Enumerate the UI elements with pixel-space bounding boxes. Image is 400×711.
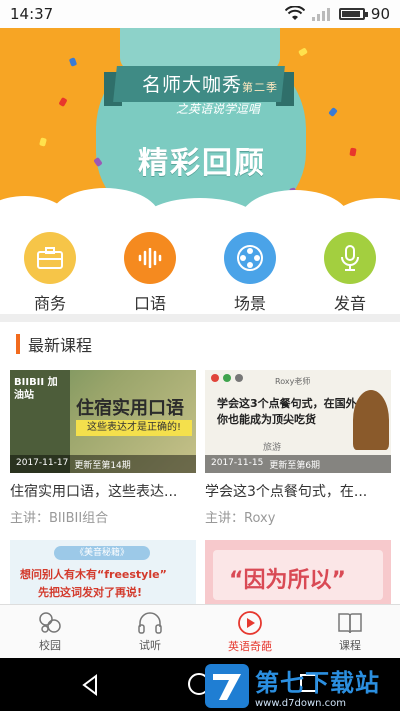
film-reel-icon	[224, 232, 276, 284]
thumb-dot	[235, 374, 243, 382]
watermark-logo-icon	[205, 663, 249, 708]
course-title[interactable]: 学会这3个点餐句式，在...	[205, 481, 391, 501]
thumb-tagline: 先把这词发对了再说!	[38, 586, 143, 599]
thumb-tag: 《美音秘籍》	[54, 546, 150, 560]
banner-main-text: 精彩回顾	[138, 146, 266, 181]
banner-title: 名师大咖秀第二季	[142, 70, 278, 97]
campus-icon	[39, 611, 61, 633]
nav-listen[interactable]: 试听	[100, 605, 200, 658]
section-title: 最新课程	[28, 336, 93, 355]
headphones-icon	[138, 611, 162, 634]
thumb-tag: Roxy老师	[275, 377, 311, 386]
nav-label: 试听	[139, 638, 161, 652]
status-icons: 90	[284, 5, 390, 23]
category-label: 商务	[33, 294, 66, 313]
course-meta: 2017-11-17 更新至第14期	[10, 455, 196, 473]
course-card[interactable]: 《美音秘籍》 想问别人有木有“freestyle” 先把这词发对了再说!	[10, 540, 196, 604]
confetti	[68, 57, 78, 67]
section-divider	[0, 314, 400, 322]
confetti	[298, 47, 308, 57]
banner-subtitle: 之英语说学逗唱	[176, 102, 261, 116]
course-speaker: 主讲：Roxy	[205, 511, 276, 526]
banner-season: 第二季	[242, 81, 279, 94]
category-label: 场景	[233, 294, 266, 313]
battery-percent: 90	[370, 5, 390, 23]
course-card[interactable]: “因为所以”	[205, 540, 391, 604]
briefcase-icon	[24, 232, 76, 284]
category-row: 商务 口语 场景 发音	[0, 218, 400, 314]
category-label: 发音	[333, 294, 366, 313]
thumb-tag: BIIBII 加油站	[14, 377, 58, 401]
course-update: 更新至第6期	[269, 461, 321, 471]
microphone-icon	[324, 232, 376, 284]
bottom-nav: 校园 试听 英语奇葩 课程	[0, 604, 400, 658]
watermark-url: www.d7down.com	[255, 697, 347, 709]
banner-title-text: 名师大咖秀	[142, 74, 243, 96]
course-card[interactable]: Roxy老师 学会这3个点餐句式，在国外你也能成为顶尖吃货 旅游 2017-11…	[205, 370, 391, 526]
signal-icon	[311, 8, 330, 21]
course-date: 2017-11-17	[16, 458, 69, 468]
confetti	[58, 97, 68, 107]
category-scenes[interactable]: 场景	[210, 218, 290, 314]
category-speaking[interactable]: 口语	[110, 218, 190, 314]
course-thumbnail[interactable]: Roxy老师 学会这3个点餐句式，在国外你也能成为顶尖吃货 旅游 2017-11…	[205, 370, 391, 473]
course-thumbnail[interactable]: 《美音秘籍》 想问别人有木有“freestyle” 先把这词发对了再说!	[10, 540, 196, 604]
course-title[interactable]: 住宿实用口语，这些表达...	[10, 481, 196, 501]
thumb-headline: 想问别人有木有“freestyle”	[20, 568, 167, 581]
book-icon	[338, 612, 362, 633]
nav-courses[interactable]: 课程	[300, 605, 400, 658]
play-circle-icon	[238, 610, 262, 635]
status-bar: 14:37 90	[0, 0, 400, 28]
course-speaker: 主讲：BIIBII组合	[10, 511, 109, 526]
thumb-headline: 学会这3个点餐句式，在国外你也能成为顶尖吃货	[217, 397, 357, 426]
nav-label: 校园	[39, 638, 61, 652]
course-meta: 2017-11-15 更新至第6期	[205, 455, 391, 473]
thumb-headline: “因为所以”	[229, 568, 346, 593]
status-time: 14:37	[10, 5, 54, 23]
nav-label: 课程	[339, 638, 361, 652]
thumb-dot	[211, 374, 219, 382]
category-pronunciation[interactable]: 发音	[310, 218, 390, 314]
watermark: 第七下载站 www.d7down.com	[205, 660, 400, 711]
course-card[interactable]: BIIBII 加油站 住宿实用口语 这些表达才是正确的! 2017-11-17 …	[10, 370, 196, 526]
battery-icon	[338, 8, 368, 20]
back-icon[interactable]	[80, 674, 100, 696]
course-thumbnail[interactable]: BIIBII 加油站 住宿实用口语 这些表达才是正确的! 2017-11-17 …	[10, 370, 196, 473]
thumb-headline: 住宿实用口语	[76, 398, 184, 419]
confetti	[349, 147, 357, 157]
voice-wave-icon	[124, 232, 176, 284]
thumb-tagline: 旅游	[263, 443, 282, 453]
nav-english-fun[interactable]: 英语奇葩	[200, 605, 300, 658]
thumb-dot	[223, 374, 231, 382]
course-date: 2017-11-15	[211, 458, 264, 468]
nav-label: 英语奇葩	[228, 639, 272, 653]
confetti	[328, 107, 338, 117]
section-header: 最新课程	[16, 332, 92, 356]
confetti	[39, 137, 47, 147]
course-thumbnail[interactable]: “因为所以”	[205, 540, 391, 604]
cloud	[330, 198, 400, 218]
category-label: 口语	[133, 294, 166, 313]
thumb-tagline: 这些表达才是正确的!	[76, 420, 192, 436]
section-accent-bar	[16, 334, 20, 354]
category-business[interactable]: 商务	[10, 218, 90, 314]
course-update: 更新至第14期	[74, 461, 131, 471]
watermark-title: 第七下载站	[255, 668, 380, 697]
thumb-food-image	[353, 390, 389, 450]
wifi-icon	[284, 6, 305, 20]
promo-banner[interactable]: 名师大咖秀第二季 之英语说学逗唱 精彩回顾	[0, 28, 400, 218]
nav-campus[interactable]: 校园	[0, 605, 100, 658]
